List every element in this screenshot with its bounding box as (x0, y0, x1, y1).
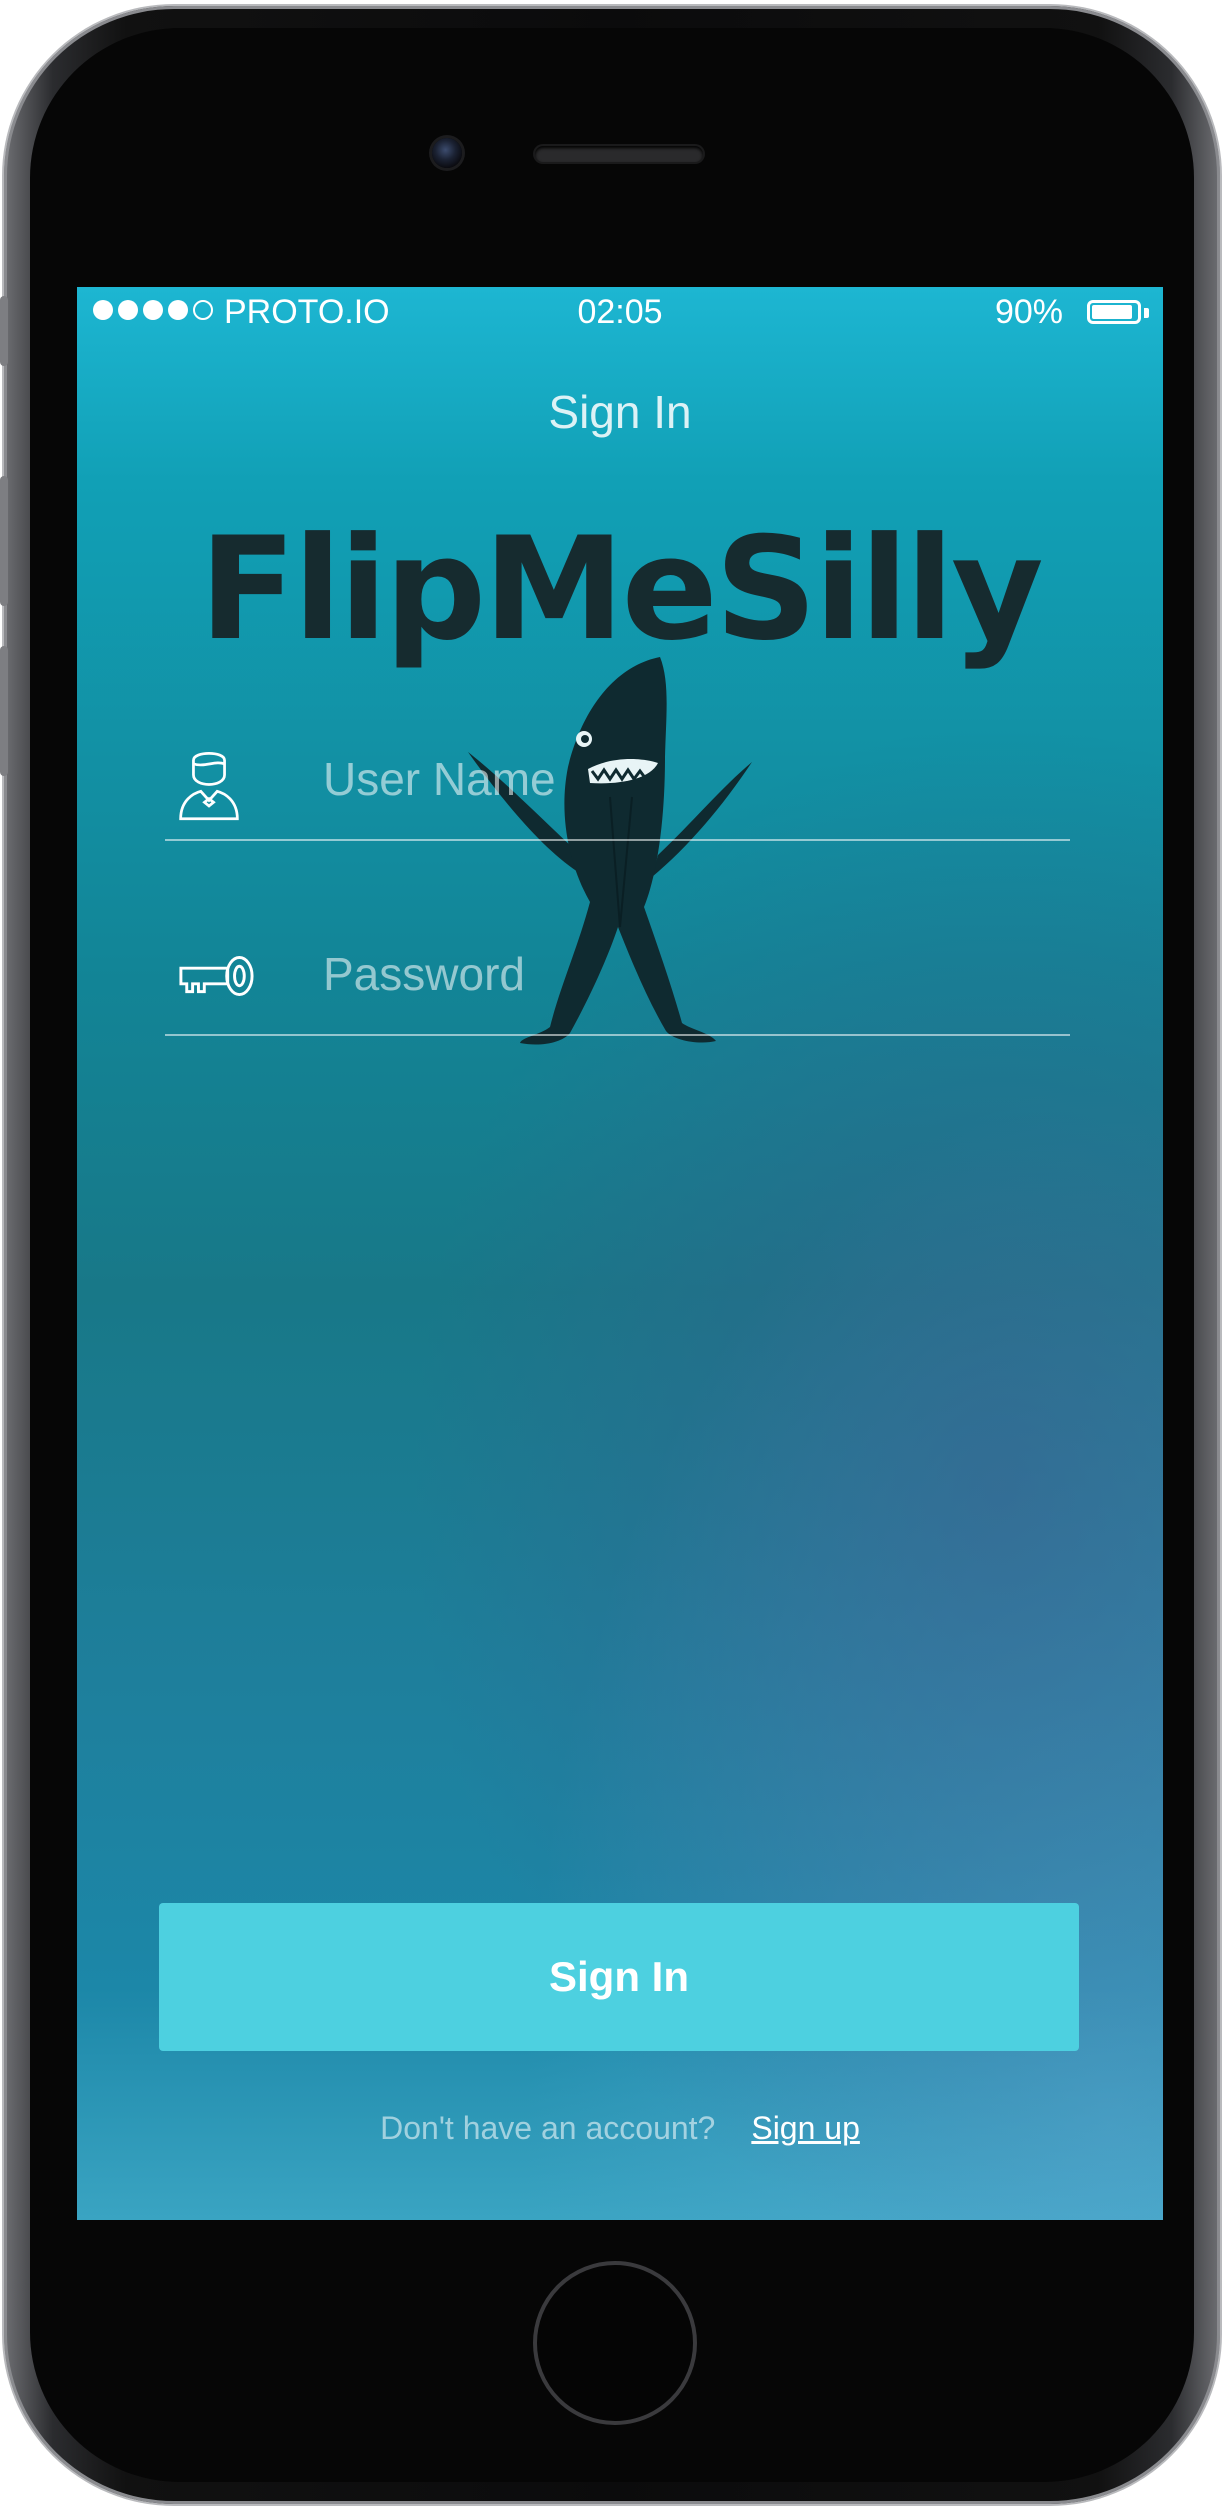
sign-in-button[interactable]: Sign In (159, 1903, 1079, 2051)
password-field (165, 914, 1070, 1036)
home-button[interactable] (533, 2261, 697, 2425)
signup-prompt-text: Don't have an account? (380, 2110, 716, 2146)
page-title: Sign In (548, 386, 692, 438)
front-camera (432, 138, 462, 168)
status-bar: PROTO.IO 02:05 90% (77, 287, 1163, 343)
volume-up-button (0, 476, 8, 606)
username-input[interactable] (323, 719, 1043, 839)
signup-link[interactable]: Sign up (751, 2110, 860, 2146)
app-logo-text: FlipMeSilly (199, 507, 1043, 672)
battery-percent: 90% (994, 293, 1063, 331)
earpiece-speaker (535, 146, 703, 162)
mute-switch (0, 296, 8, 366)
battery-nub (1144, 308, 1149, 318)
user-icon (179, 752, 239, 821)
volume-down-button (0, 646, 8, 776)
battery-icon (1087, 300, 1141, 324)
signup-prompt: Don't have an account? Sign up (77, 2110, 1163, 2147)
screen: PROTO.IO 02:05 90% Sign In FlipMeSilly U… (77, 287, 1163, 2220)
username-field (165, 719, 1070, 841)
password-input[interactable] (323, 914, 1043, 1034)
key-icon (179, 956, 254, 996)
